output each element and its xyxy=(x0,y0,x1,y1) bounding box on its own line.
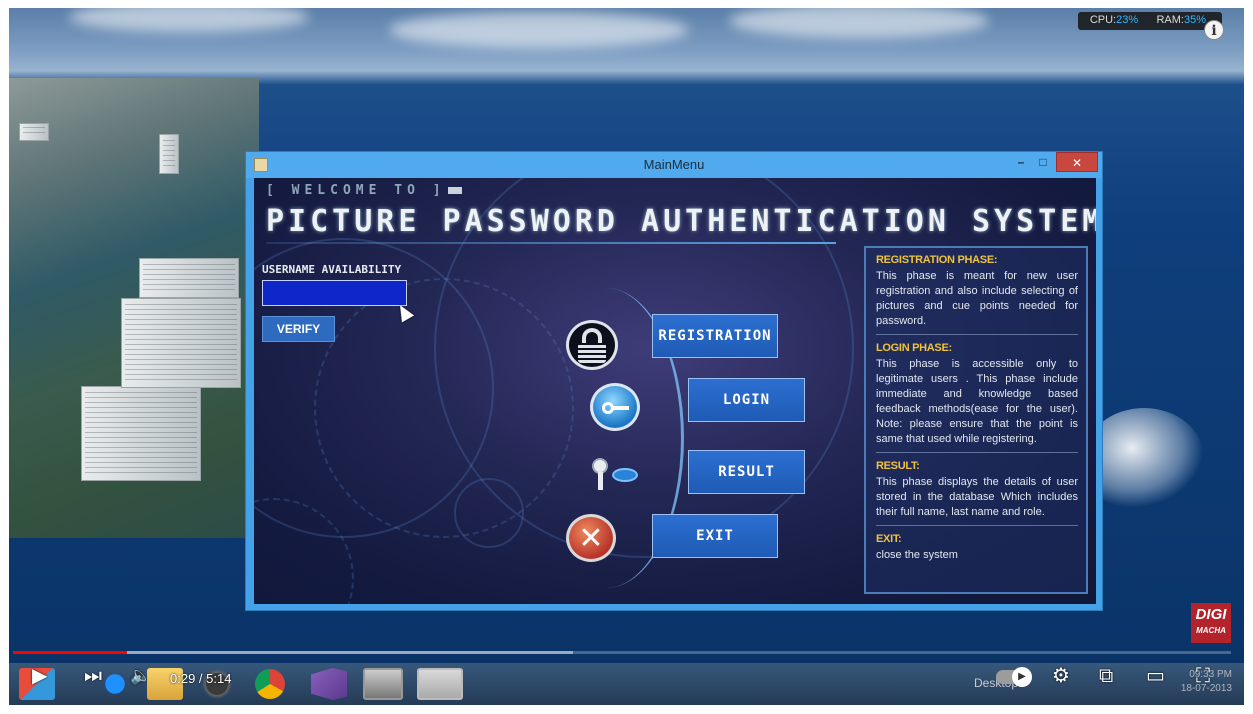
divider xyxy=(876,334,1078,335)
miniplayer-icon[interactable]: ⧉ xyxy=(1099,664,1113,688)
cloud xyxy=(69,8,309,32)
ram-label: RAM: xyxy=(1156,14,1184,26)
info-panel: REGISTRATION PHASE: This phase is meant … xyxy=(864,246,1088,594)
volume-icon[interactable]: 🔈 xyxy=(130,664,151,688)
keys-icon xyxy=(588,456,642,496)
progress-bar[interactable] xyxy=(13,651,1231,654)
fullscreen-icon[interactable]: ⛶ xyxy=(1196,664,1210,688)
divider xyxy=(266,242,836,244)
visual-studio-icon[interactable] xyxy=(311,668,347,700)
building xyxy=(81,386,201,481)
next-icon[interactable]: ⏭ xyxy=(84,664,102,688)
registration-heading: REGISTRATION PHASE: xyxy=(876,254,998,266)
progress-played xyxy=(13,651,128,654)
result-text: This phase displays the details of user … xyxy=(876,476,1078,518)
cpu-value: 23% xyxy=(1116,14,1139,26)
result-heading: RESULT: xyxy=(876,460,920,472)
video-frame[interactable]: CPU:23% RAM:35% i MainMenu – □ ✕ [ WELCO… xyxy=(9,8,1244,705)
cloud xyxy=(729,8,989,38)
verify-button[interactable]: VERIFY xyxy=(262,316,335,342)
building xyxy=(159,134,179,174)
registration-button[interactable]: REGISTRATION xyxy=(652,314,778,358)
cloud xyxy=(389,12,689,48)
result-button[interactable]: RESULT xyxy=(688,450,805,494)
autoplay-toggle[interactable]: ▶ xyxy=(996,667,1032,687)
main-menu-window: MainMenu – □ ✕ [ WELCOME TO ] PICTURE PA… xyxy=(245,151,1103,611)
login-text: This phase is accessible only to legitim… xyxy=(876,358,1078,445)
system-monitor: CPU:23% RAM:35% xyxy=(1077,12,1222,30)
settings-icon[interactable]: ⚙ xyxy=(1052,664,1070,688)
info-icon[interactable]: i xyxy=(1204,20,1224,40)
ram-value: 35% xyxy=(1183,14,1206,26)
internet-explorer-icon[interactable] xyxy=(97,668,133,700)
exit-heading: EXIT: xyxy=(876,533,902,545)
play-icon[interactable]: ▶ xyxy=(32,664,47,688)
exit-text: close the system xyxy=(876,549,958,561)
java-icon[interactable] xyxy=(417,668,463,700)
registration-text: This phase is meant for new user registr… xyxy=(876,270,1078,327)
channel-logo: DIGI MACHA xyxy=(1191,603,1231,643)
building xyxy=(139,258,239,298)
username-input[interactable] xyxy=(262,280,407,306)
camera-icon[interactable] xyxy=(363,668,403,700)
building xyxy=(121,298,241,388)
welcome-text: [ WELCOME TO ] xyxy=(266,183,462,198)
divider xyxy=(876,525,1078,526)
decor-ring xyxy=(454,478,524,548)
close-button[interactable]: ✕ xyxy=(1056,152,1098,172)
login-heading: LOGIN PHASE: xyxy=(876,342,952,354)
play-icon: ▶ xyxy=(1012,667,1032,687)
lock-icon xyxy=(566,320,618,370)
divider xyxy=(876,452,1078,453)
maximize-button[interactable]: □ xyxy=(1032,152,1054,172)
chrome-icon[interactable] xyxy=(255,669,285,699)
exit-button[interactable]: EXIT xyxy=(652,514,778,558)
window-title: MainMenu xyxy=(643,157,705,172)
app-content: [ WELCOME TO ] PICTURE PASSWORD AUTHENTI… xyxy=(254,178,1096,604)
title-bar[interactable]: MainMenu – □ ✕ xyxy=(246,152,1102,178)
page-title: PICTURE PASSWORD AUTHENTICATION SYSTEM xyxy=(266,204,1096,239)
username-label: USERNAME AVAILABILITY xyxy=(262,263,402,276)
time-display: 0:29 / 5:14 xyxy=(170,671,232,686)
close-x-icon: ✕ xyxy=(566,514,616,562)
building xyxy=(19,123,49,141)
cpu-label: CPU: xyxy=(1089,14,1117,26)
key-icon xyxy=(590,383,640,431)
minimize-button[interactable]: – xyxy=(1010,152,1032,172)
login-button[interactable]: LOGIN xyxy=(688,378,805,422)
theater-icon[interactable]: ▭ xyxy=(1146,664,1165,688)
